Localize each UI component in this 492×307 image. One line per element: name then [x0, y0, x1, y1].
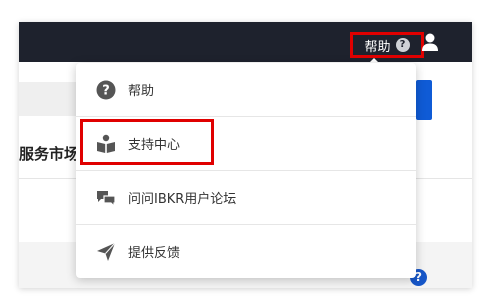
user-icon[interactable]	[420, 32, 440, 52]
background-primary-button	[416, 80, 432, 120]
menu-item-help[interactable]: ? 帮助	[76, 63, 416, 116]
section-heading: 服务市场	[19, 145, 80, 163]
menu-item-label: 提供反馈	[128, 246, 181, 261]
menu-item-user-forum[interactable]: 问问IBKR用户论坛	[76, 171, 416, 224]
menu-item-label: 问问IBKR用户论坛	[128, 192, 237, 207]
svg-text:?: ?	[102, 83, 110, 98]
menu-item-feedback[interactable]: 提供反馈	[76, 225, 416, 278]
chat-bubbles-icon	[97, 190, 116, 207]
help-dropdown-menu: ? 帮助 支持中心 问问IBKR用户论坛 提供反馈	[76, 63, 416, 278]
menu-item-label: 帮助	[128, 84, 155, 99]
question-circle-icon: ?	[96, 80, 116, 99]
top-navigation-bar: 帮助 ?	[19, 22, 472, 62]
menu-item-label: 支持中心	[128, 138, 181, 153]
help-menu-label: 帮助	[364, 39, 391, 55]
book-reader-icon	[97, 134, 115, 153]
menu-item-support-center[interactable]: 支持中心	[76, 117, 416, 170]
paper-plane-icon	[97, 242, 116, 261]
question-circle-icon: ?	[395, 38, 410, 52]
help-menu-button[interactable]: 帮助 ?	[350, 32, 424, 58]
